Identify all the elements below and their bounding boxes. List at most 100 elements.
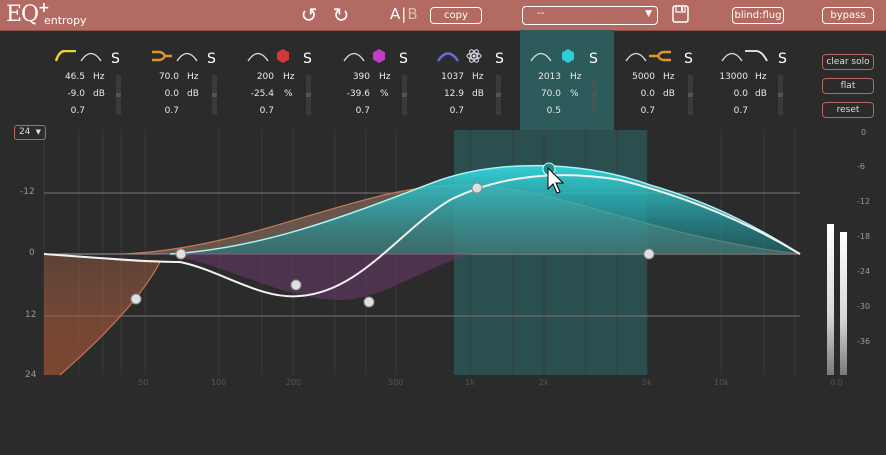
- bell-shape-icon[interactable]: [176, 50, 198, 62]
- q-value[interactable]: 0.5: [520, 106, 561, 116]
- freq-axis-label: 500: [388, 378, 404, 387]
- freq-axis-label: 200: [286, 378, 302, 387]
- q-value[interactable]: 0.7: [338, 106, 370, 116]
- meter-db-label: -18: [857, 232, 871, 241]
- solo-button[interactable]: S: [495, 51, 504, 67]
- gain-unit: dB: [755, 89, 767, 99]
- gain-value[interactable]: -39.6: [338, 89, 370, 99]
- freq-unit: Hz: [93, 72, 105, 82]
- flat-button[interactable]: flat: [822, 78, 874, 94]
- db-label: 0: [29, 248, 35, 258]
- freq-axis-label: 10k: [714, 378, 729, 387]
- gain-value[interactable]: 0.0: [622, 89, 655, 99]
- freq-unit: Hz: [755, 72, 767, 82]
- band-3[interactable]: S 200 Hz -25.4 % 0.7: [242, 30, 338, 130]
- band-5[interactable]: S 1037 Hz 12.9 dB 0.7: [434, 30, 530, 130]
- freq-unit: Hz: [283, 72, 295, 82]
- lowpass-icon[interactable]: [648, 50, 672, 62]
- gain-value[interactable]: 0.0: [718, 89, 748, 99]
- node-band-1[interactable]: [130, 293, 142, 305]
- freq-value[interactable]: 70.0: [146, 72, 179, 82]
- gain-value[interactable]: -9.0: [50, 89, 85, 99]
- gain-value[interactable]: 0.0: [146, 89, 179, 99]
- solo-button[interactable]: S: [399, 51, 408, 67]
- clear-solo-button[interactable]: clear solo: [822, 54, 874, 70]
- freq-value[interactable]: 390: [338, 72, 370, 82]
- band-8[interactable]: S 13000 Hz 0.0 dB 0.7: [718, 30, 814, 130]
- gain-unit: %: [570, 89, 579, 99]
- band-2[interactable]: S 70.0 Hz 0.0 dB 0.7: [146, 30, 242, 130]
- solo-button[interactable]: S: [589, 51, 598, 67]
- band-meter: [592, 75, 597, 115]
- atom-icon[interactable]: [466, 48, 482, 64]
- entropy-hex-icon[interactable]: [372, 49, 386, 63]
- q-value[interactable]: 0.7: [50, 106, 85, 116]
- band-controls: S 46.5 Hz -9.0 dB 0.7 S 70.0 Hz 0.0 dB 0…: [0, 30, 886, 130]
- q-value[interactable]: 0.7: [622, 106, 655, 116]
- db-label: 24: [25, 370, 37, 380]
- q-value[interactable]: 0.7: [718, 106, 748, 116]
- band-meter: [306, 75, 311, 115]
- band-meter: [496, 75, 501, 115]
- gain-unit: dB: [187, 89, 199, 99]
- freq-value[interactable]: 200: [242, 72, 274, 82]
- freq-axis-label: 2k: [539, 378, 549, 387]
- bell-shape-icon[interactable]: [625, 50, 647, 62]
- meter-db-label: -12: [857, 197, 871, 206]
- freq-value[interactable]: 46.5: [50, 72, 85, 82]
- highpass-icon[interactable]: [151, 50, 173, 62]
- gain-value[interactable]: -25.4: [242, 89, 274, 99]
- range-select[interactable]: 24 ▼: [14, 125, 46, 140]
- band-meter: [116, 75, 121, 115]
- band-7[interactable]: S 5000 Hz 0.0 dB 0.7: [622, 30, 718, 130]
- band-meter: [778, 75, 783, 115]
- solo-button[interactable]: S: [207, 51, 216, 67]
- freq-value[interactable]: 5000: [622, 72, 655, 82]
- node-band-5[interactable]: [471, 182, 483, 194]
- band-1[interactable]: S 46.5 Hz -9.0 dB 0.7: [50, 30, 146, 130]
- bell-shape-icon[interactable]: [80, 50, 102, 62]
- q-value[interactable]: 0.7: [434, 106, 464, 116]
- chevron-down-icon: ▼: [35, 128, 41, 136]
- band-meter: [688, 75, 693, 115]
- freq-axis-label: 50: [138, 378, 149, 387]
- lowshelf-icon[interactable]: [55, 50, 77, 62]
- highshelf-icon[interactable]: [744, 50, 768, 62]
- band-6-selected[interactable]: S 2013 Hz 70.0 % 0.5: [520, 30, 614, 130]
- band-4[interactable]: S 390 Hz -39.6 % 0.7: [338, 30, 434, 130]
- entropy-hex-icon[interactable]: [561, 49, 575, 63]
- solo-button[interactable]: S: [303, 51, 312, 67]
- meter-db-label: -6: [857, 162, 865, 171]
- range-value: 24: [19, 127, 31, 137]
- freq-value[interactable]: 2013: [520, 72, 561, 82]
- meter-db-label: 0: [861, 128, 867, 137]
- meter-db-label: -24: [857, 267, 871, 276]
- entropy-hex-icon[interactable]: [276, 49, 290, 63]
- reset-button[interactable]: reset: [822, 102, 874, 118]
- db-label: 12: [25, 310, 37, 320]
- bell-shape-icon[interactable]: [721, 50, 743, 62]
- gain-unit: %: [380, 89, 389, 99]
- output-meter-right: [840, 232, 847, 375]
- node-band-4[interactable]: [363, 296, 375, 308]
- node-band-2[interactable]: [175, 248, 187, 260]
- freq-unit: Hz: [187, 72, 199, 82]
- bell-shape-icon[interactable]: [437, 50, 459, 62]
- node-band-3[interactable]: [290, 279, 302, 291]
- solo-button[interactable]: S: [778, 51, 787, 67]
- db-label: -12: [20, 187, 35, 197]
- freq-value[interactable]: 13000: [718, 72, 748, 82]
- solo-button[interactable]: S: [684, 51, 693, 67]
- solo-button[interactable]: S: [111, 51, 120, 67]
- gain-value[interactable]: 70.0: [520, 89, 561, 99]
- freq-value[interactable]: 1037: [434, 72, 464, 82]
- q-value[interactable]: 0.7: [242, 106, 274, 116]
- q-value[interactable]: 0.7: [146, 106, 179, 116]
- bell-shape-icon[interactable]: [343, 50, 365, 62]
- gain-unit: dB: [472, 89, 484, 99]
- gain-value[interactable]: 12.9: [434, 89, 464, 99]
- bell-shape-icon[interactable]: [247, 50, 269, 62]
- bell-shape-icon[interactable]: [530, 50, 552, 62]
- node-band-7[interactable]: [643, 248, 655, 260]
- lowcut-band-fill: [44, 254, 160, 375]
